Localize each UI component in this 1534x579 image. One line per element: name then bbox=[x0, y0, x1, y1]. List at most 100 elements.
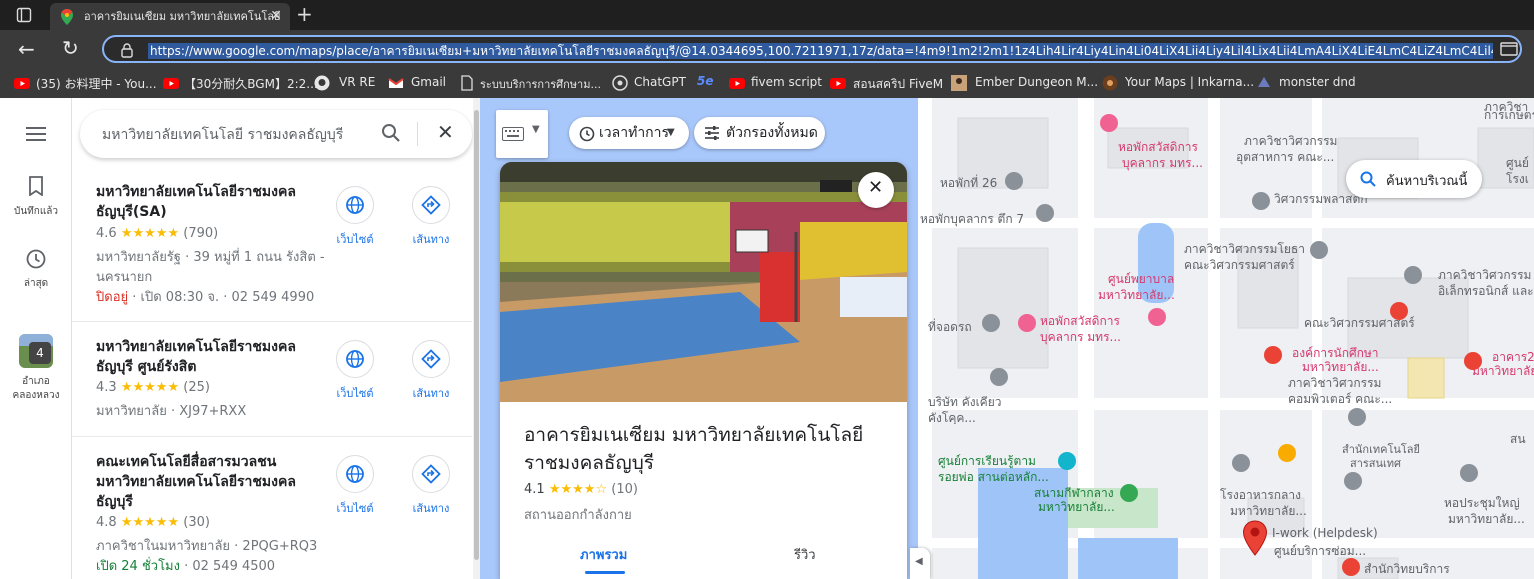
place-category[interactable]: สถานออกกำลังกาย bbox=[524, 504, 632, 525]
website-button[interactable] bbox=[336, 455, 374, 493]
result-title-line[interactable]: ธัญบุรี ศูนย์รังสิต bbox=[96, 357, 312, 377]
selected-location-marker-icon[interactable] bbox=[1242, 520, 1268, 556]
bookmark-2[interactable]: 【30分耐久BGM】2:2... bbox=[184, 75, 318, 92]
map-pin-gray[interactable] bbox=[1344, 472, 1362, 490]
website-button[interactable] bbox=[336, 186, 374, 224]
tab-close-icon[interactable]: ✕ bbox=[270, 3, 282, 30]
directions-label[interactable]: เส้นทาง bbox=[401, 384, 461, 402]
dropdown-arrow-icon[interactable]: ▼ bbox=[532, 124, 540, 135]
map-pin-gray[interactable] bbox=[1036, 204, 1054, 222]
directions-button[interactable] bbox=[412, 186, 450, 224]
map-label[interactable]: บุคลากร มทร... bbox=[1040, 328, 1121, 347]
map-pin-gray[interactable] bbox=[1404, 266, 1422, 284]
map-label[interactable]: มหาวิทยาลัย... bbox=[1472, 362, 1534, 381]
map-label[interactable]: สำนักวิทยบริการ bbox=[1364, 560, 1450, 579]
search-box[interactable]: มหาวิทยาลัยเทคโนโลยี ราชมงคลธัญบุรี ✕ bbox=[80, 110, 472, 158]
url-text[interactable]: https://www.google.com/maps/place/อาคารย… bbox=[148, 43, 1493, 59]
map-pin-gray[interactable] bbox=[1252, 192, 1270, 210]
map-pin-teal[interactable] bbox=[1058, 452, 1076, 470]
map-pin-pink[interactable] bbox=[1148, 308, 1166, 326]
bookmark-ember-dungeon[interactable]: Ember Dungeon M... bbox=[975, 75, 1098, 89]
result-title-line[interactable]: คณะเทคโนโลยีสื่อสารมวลชน bbox=[96, 452, 312, 472]
hours-filter-chip[interactable]: เวลาทำการ ▼ bbox=[569, 117, 689, 149]
map-pin-pink[interactable] bbox=[1018, 314, 1036, 332]
map-canvas[interactable]: หอพักสวัสดิการ บุคลากร มทร... หอพักที่ 2… bbox=[918, 98, 1534, 579]
tab-google-maps[interactable]: อาคารยิมเนเซียม มหาวิทยาลัยเทคโนโลยี ✕ bbox=[50, 3, 290, 30]
result-title-line[interactable]: ธัญบุรี(SA) bbox=[96, 202, 312, 222]
tab-overview[interactable]: ภาพรวม bbox=[560, 532, 690, 579]
bookmark-fivem-script[interactable]: fivem script bbox=[751, 75, 822, 89]
map-pin-green[interactable] bbox=[1120, 484, 1138, 502]
bookmark-gmail[interactable]: Gmail bbox=[411, 75, 446, 89]
map-pin-gray[interactable] bbox=[1232, 454, 1250, 472]
directions-button[interactable] bbox=[412, 340, 450, 378]
bookmark-5[interactable]: ระบบบริการการศึกษาม... bbox=[480, 75, 601, 93]
map-pin-red[interactable] bbox=[1390, 302, 1408, 320]
review-count[interactable]: (10) bbox=[611, 482, 638, 497]
reload-icon[interactable]: ↻ bbox=[62, 36, 79, 60]
map-pin-gray[interactable] bbox=[1310, 241, 1328, 259]
map-label[interactable]: บริษัท คังเคียว คังโคฺค... bbox=[928, 394, 1018, 426]
results-scrollbar[interactable] bbox=[473, 98, 480, 579]
map-pin-orange[interactable] bbox=[1278, 444, 1296, 462]
result-item[interactable]: คณะเทคโนโลยีสื่อสารมวลชน มหาวิทยาลัยเทคโ… bbox=[72, 437, 472, 579]
bookmark-1[interactable]: (35) お料理中 - You... bbox=[36, 75, 157, 92]
close-card-button[interactable]: ✕ bbox=[858, 172, 894, 208]
directions-button[interactable] bbox=[412, 455, 450, 493]
menu-icon[interactable] bbox=[26, 126, 46, 142]
website-button[interactable] bbox=[336, 340, 374, 378]
bookmark-your-maps[interactable]: Your Maps | Inkarna... bbox=[1125, 75, 1254, 89]
website-label[interactable]: เว็บไซต์ bbox=[325, 499, 385, 517]
map-label[interactable]: คอมพิวเตอร์ คณะ... bbox=[1288, 390, 1392, 409]
map-pin-red[interactable] bbox=[1342, 558, 1360, 576]
map-label[interactable]: มหาวิทยาลัย... bbox=[1038, 498, 1115, 517]
result-item[interactable]: มหาวิทยาลัยเทคโนโลยีราชมงคล ธัญบุรี ศูนย… bbox=[72, 322, 472, 437]
map-label[interactable]: อิเล็กทรอนิกส์ และ... bbox=[1438, 282, 1534, 301]
collapse-panel-button[interactable]: ◀ bbox=[910, 548, 930, 579]
map-label[interactable]: I-work (Helpdesk) bbox=[1272, 526, 1378, 540]
map-label[interactable]: ที่จอดรถ bbox=[928, 318, 972, 337]
map-pin-gray[interactable] bbox=[982, 314, 1000, 332]
result-title-line[interactable]: มหาวิทยาลัยเทคโนโลยีราชมงคล bbox=[96, 472, 312, 492]
map-pin-red[interactable] bbox=[1264, 346, 1282, 364]
map-pin-gray[interactable] bbox=[1460, 464, 1478, 482]
map-label[interactable]: หอพักบุคลากร ตึก 7 bbox=[920, 210, 1024, 229]
website-label[interactable]: เว็บไซต์ bbox=[325, 230, 385, 248]
map-label[interactable]: มหาวิทยาลัย... bbox=[1448, 510, 1525, 529]
directions-label[interactable]: เส้นทาง bbox=[401, 499, 461, 517]
scroll-thumb[interactable] bbox=[474, 110, 479, 560]
map-label[interactable]: โรงเ bbox=[1506, 170, 1529, 189]
history-icon[interactable] bbox=[25, 248, 47, 270]
url-field[interactable]: https://www.google.com/maps/place/อาคารย… bbox=[102, 35, 1522, 63]
map-pin-gray[interactable] bbox=[1005, 172, 1023, 190]
result-title-line[interactable]: ธัญบุรี bbox=[96, 492, 312, 512]
back-arrow-icon[interactable]: ← bbox=[18, 37, 35, 61]
bookmark-3[interactable]: VR RE bbox=[339, 75, 375, 89]
search-input[interactable]: มหาวิทยาลัยเทคโนโลยี ราชมงคลธัญบุรี bbox=[102, 124, 343, 146]
map-label[interactable]: อุตสาหการ คณะ... bbox=[1236, 148, 1334, 167]
tab-actions-icon[interactable] bbox=[16, 7, 32, 23]
map-label[interactable]: คณะวิศวกรรมศาสตร์ bbox=[1184, 256, 1295, 275]
website-label[interactable]: เว็บไซต์ bbox=[325, 384, 385, 402]
map-label[interactable]: บุคลากร มทร... bbox=[1122, 154, 1203, 173]
map-label[interactable]: สน bbox=[1510, 430, 1526, 449]
app-available-icon[interactable] bbox=[1500, 42, 1518, 56]
map-label[interactable]: รอยพ่อ สานต่อหลัก... bbox=[938, 468, 1049, 487]
search-this-area-button[interactable]: ค้นหาบริเวณนี้ bbox=[1346, 160, 1482, 198]
lock-icon[interactable] bbox=[120, 42, 134, 58]
bookmark-chatgpt[interactable]: ChatGPT bbox=[634, 75, 686, 89]
map-label[interactable]: มหาวิทยาลัย... bbox=[1098, 286, 1175, 305]
map-label[interactable]: มหาวิทยาลัย... bbox=[1230, 502, 1307, 521]
recent-place-thumbnail[interactable]: 4 bbox=[19, 334, 53, 368]
map-pin-red[interactable] bbox=[1464, 352, 1482, 370]
bookmark-monster-dnd[interactable]: monster dnd bbox=[1279, 75, 1356, 89]
clear-search-icon[interactable]: ✕ bbox=[437, 120, 454, 144]
place-photo[interactable] bbox=[500, 162, 907, 402]
directions-label[interactable]: เส้นทาง bbox=[401, 230, 461, 248]
map-label[interactable]: การเกษตร bbox=[1484, 106, 1534, 125]
layer-toggle[interactable]: ▼ bbox=[496, 110, 548, 158]
bookmark-saved-icon[interactable] bbox=[28, 176, 44, 196]
new-tab-icon[interactable]: + bbox=[296, 2, 313, 26]
tab-reviews[interactable]: รีวิว bbox=[750, 532, 860, 579]
map-pin-pink[interactable] bbox=[1100, 114, 1118, 132]
